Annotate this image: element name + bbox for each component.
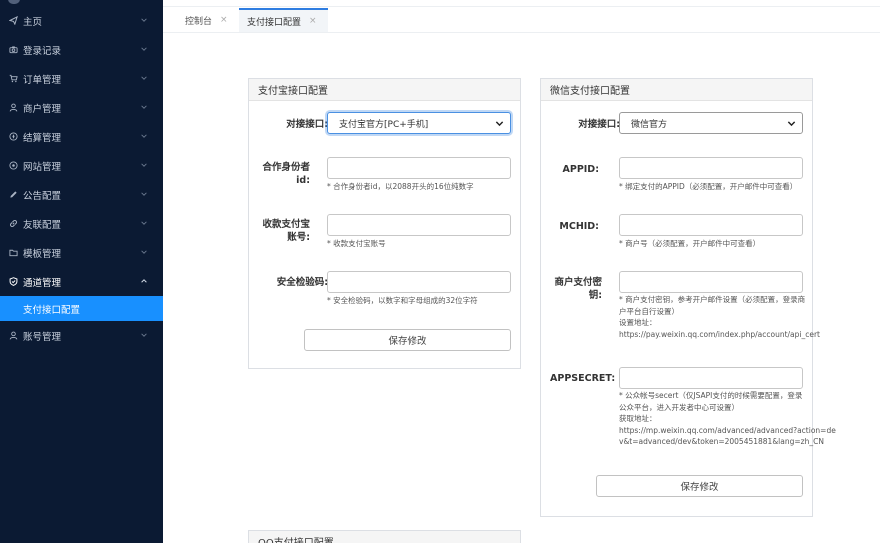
sidebar-item[interactable]: 商户管理: [0, 93, 163, 122]
mchid-input[interactable]: [619, 214, 803, 236]
chevron-down-icon: [495, 119, 504, 128]
merchant-key-hint: * 商户支付密钥，参考开户邮件设置（必须配置，登录商户平台自行设置） 设置地址：…: [619, 294, 820, 340]
folder-icon: [8, 248, 18, 258]
chevron-down-icon: [140, 132, 148, 140]
paper-plane-icon: [8, 16, 18, 26]
sidebar-item[interactable]: 通道管理: [0, 267, 163, 296]
tab-label: 控制台: [185, 16, 213, 27]
sidebar-item[interactable]: 账号管理: [0, 321, 163, 350]
wechat-config-panel: 微信支付接口配置 对接接口: 微信官方 APPID: * 绑定支付的APPID（…: [540, 78, 836, 517]
hint-text: * 商户支付密钥，参考开户邮件设置（必须配置，登录商户平台自行设置）: [619, 295, 806, 316]
appsecret-label: APPSECRET:: [550, 373, 616, 384]
sidebar-item-label: 友联配置: [23, 219, 62, 231]
hint-text: * 公众帐号secert（仅JSAPI支付的时候需要配置，登录公众平台，进入开发…: [619, 391, 803, 412]
hint-address: https://mp.weixin.qq.com/advanced/advanc…: [619, 425, 836, 447]
shield-icon: [8, 277, 18, 287]
mchid-hint: * 商户号（必须配置，开户邮件中可查看）: [619, 239, 761, 248]
interface-label: 对接接口:: [286, 119, 328, 130]
chevron-down-icon: [140, 161, 148, 169]
sidebar-item[interactable]: 结算管理: [0, 122, 163, 151]
sidebar-item-label: 账号管理: [23, 331, 62, 343]
tab-console[interactable]: 控制台 ×: [177, 8, 236, 32]
link-icon: [8, 219, 18, 229]
chevron-down-icon: [140, 103, 148, 111]
tab-close-icon[interactable]: ×: [220, 15, 228, 25]
chevron-down-icon: [140, 45, 148, 53]
appid-input[interactable]: [619, 157, 803, 179]
sidebar-item-label: 结算管理: [23, 132, 62, 144]
sidebar-item[interactable]: 模板管理: [0, 238, 163, 267]
sidebar-item[interactable]: 登录记录: [0, 35, 163, 64]
chevron-down-icon: [787, 119, 796, 128]
pencil-icon: [8, 190, 18, 200]
merchant-key-label: 商户支付密钥:: [554, 277, 602, 301]
security-key-input[interactable]: [327, 271, 511, 293]
appsecret-input[interactable]: [619, 367, 803, 389]
chevron-up-icon: [140, 277, 148, 285]
sidebar-item[interactable]: 订单管理: [0, 64, 163, 93]
sidebar-item-label: 公告配置: [23, 190, 62, 202]
tab-payment-config[interactable]: 支付接口配置 ×: [239, 8, 328, 32]
sidebar-menu: 主页登录记录订单管理商户管理结算管理网站管理公告配置友联配置模板管理通道管理支付…: [0, 6, 163, 350]
sidebar-item-label: 主页: [23, 16, 43, 28]
sidebar-item-label: 订单管理: [23, 74, 62, 86]
account-hint: * 收款支付宝账号: [327, 239, 386, 248]
alipay-interface-select[interactable]: 支付宝官方[PC+手机]: [327, 112, 511, 134]
alipay-config-panel: 支付宝接口配置 对接接口: 支付宝官方[PC+手机] 合作身份者id: * 合作…: [248, 78, 521, 369]
panel-title: QQ支付接口配置: [249, 531, 520, 543]
pid-label: 合作身份者id:: [262, 162, 310, 186]
tab-bar: 控制台 × 支付接口配置 ×: [163, 0, 880, 33]
panel-title: 微信支付接口配置: [541, 79, 812, 101]
sidebar-logo-fragment: [8, 0, 20, 4]
security-key-hint: * 安全检验码，以数字和字母组成的32位字符: [327, 296, 478, 305]
select-value: 支付宝官方[PC+手机]: [339, 119, 429, 130]
appid-label: APPID:: [562, 164, 600, 175]
chevron-down-icon: [140, 219, 148, 227]
chevron-down-icon: [140, 248, 148, 256]
select-value: 微信官方: [631, 119, 668, 130]
pid-input[interactable]: [327, 157, 511, 179]
security-key-label: 安全检验码:: [276, 277, 328, 288]
chevron-down-icon: [140, 331, 148, 339]
hint-address-label: 获取地址：: [619, 414, 657, 423]
interface-label: 对接接口:: [578, 119, 620, 130]
appid-hint: * 绑定支付的APPID（必须配置，开户邮件中可查看）: [619, 182, 798, 191]
pid-hint: * 合作身份者id，以2088开头的16位纯数字: [327, 182, 474, 191]
sidebar-item[interactable]: 主页: [0, 6, 163, 35]
wechat-interface-select[interactable]: 微信官方: [619, 112, 803, 134]
hint-address: https://pay.weixin.qq.com/index.php/acco…: [619, 329, 820, 339]
tab-close-icon[interactable]: ×: [309, 16, 317, 26]
sidebar-item-label: 商户管理: [23, 103, 62, 115]
sidebar-item-label: 通道管理: [23, 277, 62, 289]
chevron-down-icon: [140, 190, 148, 198]
mchid-label: MCHID:: [559, 221, 599, 232]
chevron-down-icon: [140, 16, 148, 24]
header-strip: [163, 0, 880, 7]
sidebar-item-label: 登录记录: [23, 45, 62, 57]
panel-title: 支付宝接口配置: [249, 79, 520, 101]
hint-address-label: 设置地址：: [619, 318, 657, 327]
alipay-account-input[interactable]: [327, 214, 511, 236]
cart-icon: [8, 74, 18, 84]
user-icon: [8, 331, 18, 341]
target-icon: [8, 161, 18, 171]
tab-label: 支付接口配置: [247, 17, 302, 28]
sidebar-item-label: 网站管理: [23, 161, 62, 173]
camera-icon: [8, 45, 18, 55]
sidebar-item[interactable]: 友联配置: [0, 209, 163, 238]
sidebar: 主页登录记录订单管理商户管理结算管理网站管理公告配置友联配置模板管理通道管理支付…: [0, 0, 163, 543]
sidebar-subitem-payment-config[interactable]: 支付接口配置: [0, 296, 163, 321]
compass-icon: [8, 132, 18, 142]
wechat-save-button[interactable]: 保存修改: [596, 475, 803, 497]
alipay-save-button[interactable]: 保存修改: [304, 329, 511, 351]
user-icon: [8, 103, 18, 113]
merchant-key-input[interactable]: [619, 271, 803, 293]
chevron-down-icon: [140, 74, 148, 82]
sidebar-item[interactable]: 公告配置: [0, 180, 163, 209]
sidebar-item[interactable]: 网站管理: [0, 151, 163, 180]
appsecret-hint: * 公众帐号secert（仅JSAPI支付的时候需要配置，登录公众平台，进入开发…: [619, 390, 836, 448]
sidebar-item-label: 模板管理: [23, 248, 62, 260]
account-label: 收款支付宝账号:: [262, 219, 310, 243]
qq-config-panel: QQ支付接口配置: [248, 530, 521, 543]
